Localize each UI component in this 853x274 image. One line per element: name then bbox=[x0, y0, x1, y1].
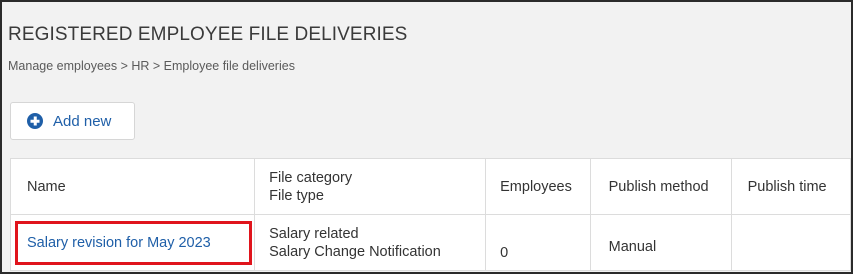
column-header-employees-label: Employees bbox=[500, 178, 572, 195]
column-header-file-category[interactable]: File category File type bbox=[254, 158, 487, 215]
table-header-row: Name File category File type Employees P… bbox=[9, 158, 851, 215]
deliveries-table: Name File category File type Employees P… bbox=[9, 158, 851, 271]
column-header-employees[interactable]: Employees bbox=[485, 158, 591, 215]
row-employees-count: 0 bbox=[500, 244, 509, 261]
page-title: REGISTERED EMPLOYEE FILE DELIVERIES bbox=[8, 24, 408, 45]
column-header-name[interactable]: Name bbox=[9, 158, 256, 215]
row-employees-cell: 0 bbox=[485, 214, 591, 271]
delivery-name-link[interactable]: Salary revision for May 2023 bbox=[27, 235, 211, 251]
breadcrumb: Manage employees > HR > Employee file de… bbox=[8, 59, 295, 73]
row-publish-method: Manual bbox=[608, 238, 657, 255]
column-header-publish-time[interactable]: Publish time bbox=[730, 158, 851, 215]
row-file-type: Salary Change Notification bbox=[269, 243, 441, 260]
row-file-category: Salary related bbox=[269, 225, 359, 242]
plus-circle-icon bbox=[27, 113, 43, 129]
add-new-button[interactable]: Add new bbox=[10, 102, 135, 140]
column-header-publish-method[interactable]: Publish method bbox=[589, 158, 732, 215]
add-new-label: Add new bbox=[53, 112, 112, 130]
row-publish-time-cell bbox=[730, 214, 851, 271]
row-publish-method-cell: Manual bbox=[589, 214, 732, 271]
table-row: Salary revision for May 2023 Salary rela… bbox=[9, 214, 851, 271]
row-name-cell: Salary revision for May 2023 bbox=[9, 214, 256, 271]
column-header-name-label: Name bbox=[27, 178, 66, 195]
app-frame: REGISTERED EMPLOYEE FILE DELIVERIES Mana… bbox=[0, 0, 853, 274]
column-header-publish-method-label: Publish method bbox=[608, 178, 709, 195]
column-header-file-type-label: File type bbox=[269, 187, 324, 204]
row-file-category-cell: Salary related Salary Change Notificatio… bbox=[254, 214, 487, 271]
column-header-file-category-label: File category bbox=[269, 169, 353, 186]
column-header-publish-time-label: Publish time bbox=[747, 178, 827, 195]
